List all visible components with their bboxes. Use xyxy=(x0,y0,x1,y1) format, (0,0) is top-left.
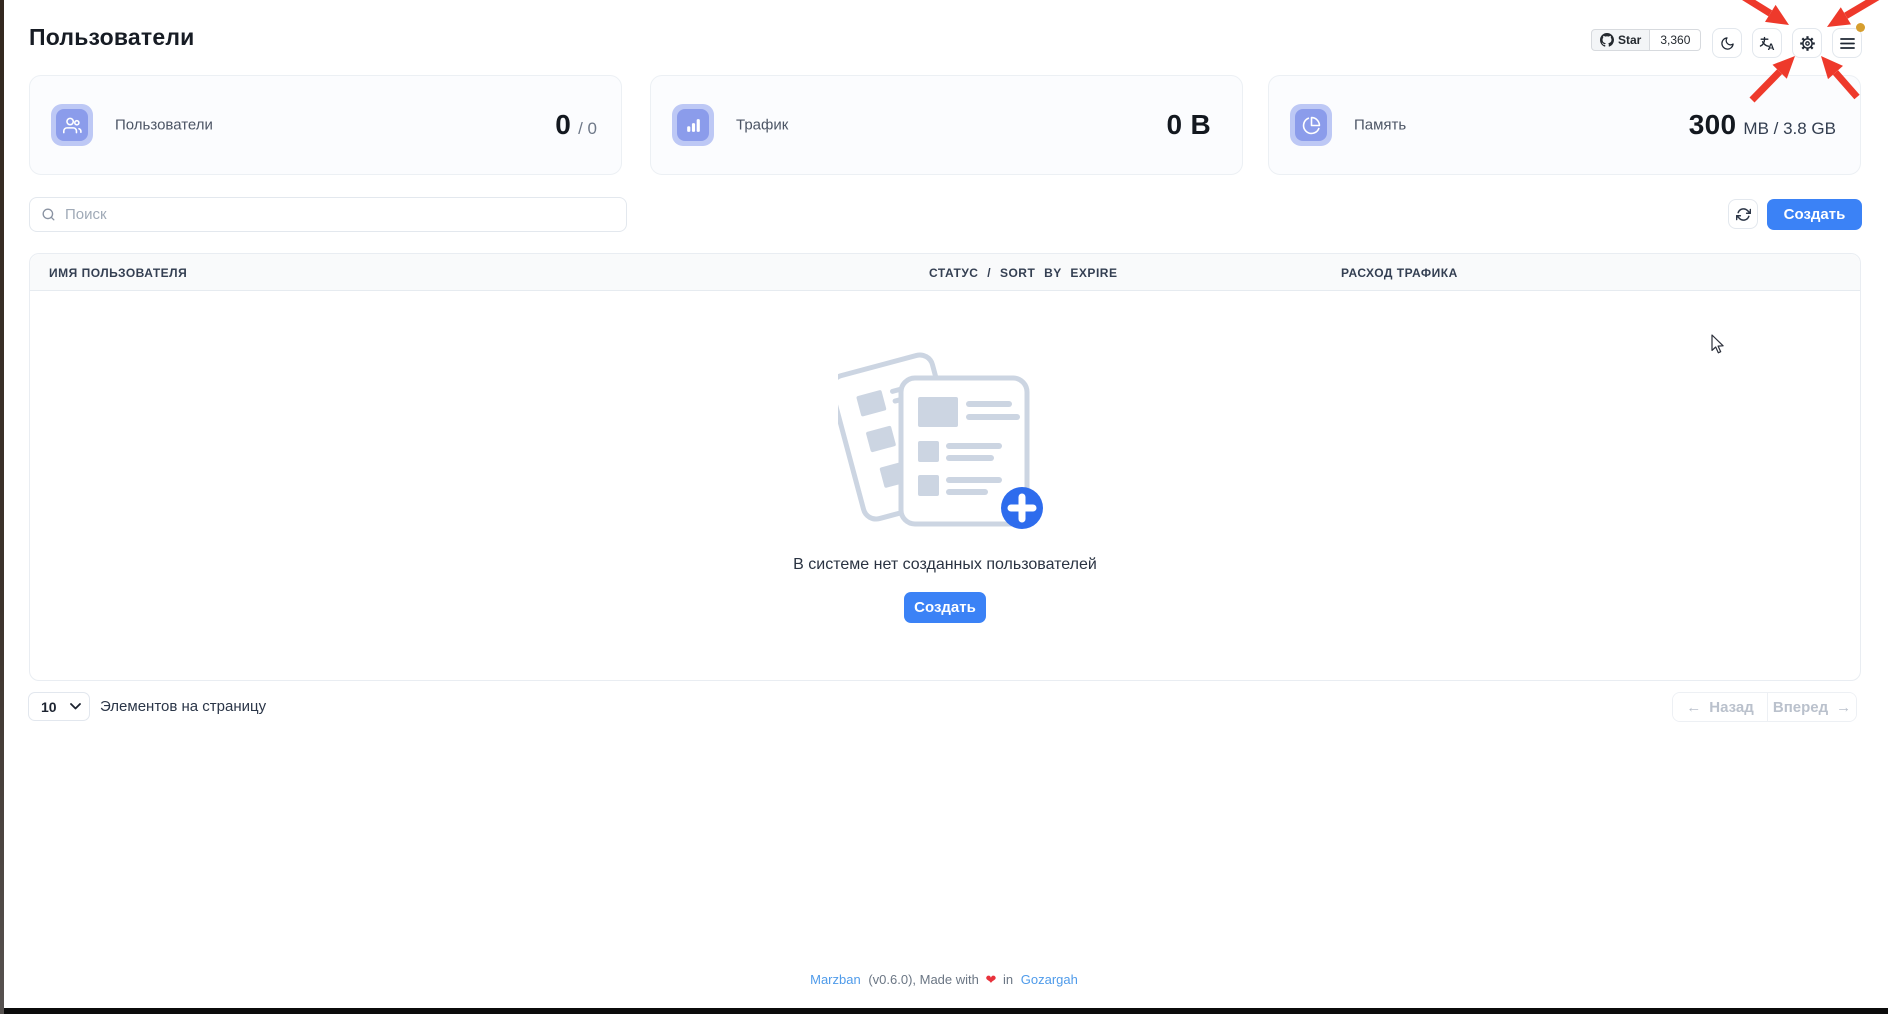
footer-text: (v0.6.0), Made with xyxy=(868,972,979,987)
arrow-right-icon: → xyxy=(1836,699,1851,716)
language-button[interactable]: A xyxy=(1752,28,1782,58)
github-star-count[interactable]: 3,360 xyxy=(1650,29,1701,51)
page-size-value: 10 xyxy=(41,699,57,715)
gear-icon xyxy=(1799,35,1816,52)
plus-icon xyxy=(1001,487,1043,529)
pagination-nav: ← Назад Вперед → xyxy=(1672,692,1857,722)
github-star-button[interactable]: Star xyxy=(1591,29,1650,51)
notification-dot xyxy=(1856,23,1865,32)
settings-button[interactable] xyxy=(1792,28,1822,58)
stat-card-users: Пользователи 0 / 0 xyxy=(29,75,622,175)
moon-icon xyxy=(1720,36,1735,51)
stat-label: Трафик xyxy=(736,117,788,134)
stat-card-traffic: Трафик 0 B xyxy=(650,75,1243,175)
footer-in-text: in xyxy=(1003,972,1013,987)
page-title: Пользователи xyxy=(29,24,195,51)
arrow-left-icon: ← xyxy=(1686,699,1701,716)
stat-value: 300 MB / 3.8 GB xyxy=(1689,109,1836,141)
page-size-select[interactable]: 10 xyxy=(28,692,90,721)
stat-value: 0 / 0 xyxy=(555,109,597,141)
stat-value: 0 B xyxy=(1167,109,1218,141)
table-header-row: ИМЯ ПОЛЬЗОВАТЕЛЯ СТАТУС / SORT BY EXPIRE… xyxy=(30,254,1860,291)
translate-icon: A xyxy=(1759,35,1776,52)
github-star-label: Star xyxy=(1618,33,1641,47)
gozargah-link[interactable]: Gozargah xyxy=(1021,972,1078,987)
stat-label: Пользователи xyxy=(115,117,213,134)
svg-text:A: A xyxy=(1767,42,1774,52)
menu-button[interactable] xyxy=(1832,28,1862,58)
github-icon xyxy=(1600,33,1614,47)
stat-label: Память xyxy=(1354,117,1406,134)
column-header-status-sort-expire[interactable]: СТАТУС / SORT BY EXPIRE xyxy=(929,254,1117,291)
empty-create-button[interactable]: Создать xyxy=(904,592,986,623)
refresh-button[interactable] xyxy=(1728,199,1758,229)
github-star-badge[interactable]: Star 3,360 xyxy=(1591,29,1701,51)
marzban-users-page: Пользователи Star 3,360 A xyxy=(0,0,1888,1014)
users-icon xyxy=(51,104,93,146)
heart-icon: ❤ xyxy=(986,972,997,987)
search-icon xyxy=(41,207,56,222)
next-page-button[interactable]: Вперед → xyxy=(1767,693,1856,721)
empty-state-actions: Создать xyxy=(29,592,1861,623)
marzban-link[interactable]: Marzban xyxy=(810,972,861,987)
chevron-down-icon xyxy=(70,703,81,710)
window-left-edge xyxy=(0,0,4,1014)
per-page-label: Элементов на страницу xyxy=(100,698,266,715)
memory-icon xyxy=(1290,104,1332,146)
create-user-button[interactable]: Создать xyxy=(1767,199,1862,230)
prev-page-button[interactable]: ← Назад xyxy=(1673,693,1767,721)
refresh-icon xyxy=(1736,207,1751,222)
footer: Marzban (v0.6.0), Made with ❤ in Gozarga… xyxy=(0,972,1888,988)
search-input[interactable] xyxy=(65,206,615,223)
traffic-icon xyxy=(672,104,714,146)
empty-state-message: В системе нет созданных пользователей xyxy=(29,556,1861,574)
hamburger-icon xyxy=(1840,37,1855,50)
stat-card-memory: Память 300 MB / 3.8 GB xyxy=(1268,75,1861,175)
search-box[interactable] xyxy=(29,197,627,232)
column-header-username[interactable]: ИМЯ ПОЛЬЗОВАТЕЛЯ xyxy=(49,254,187,291)
dark-mode-button[interactable] xyxy=(1712,28,1742,58)
empty-state-illustration xyxy=(838,342,1053,537)
column-header-traffic-usage[interactable]: РАСХОД ТРАФИКА xyxy=(1341,254,1458,291)
window-bottom-edge xyxy=(4,1008,1888,1014)
